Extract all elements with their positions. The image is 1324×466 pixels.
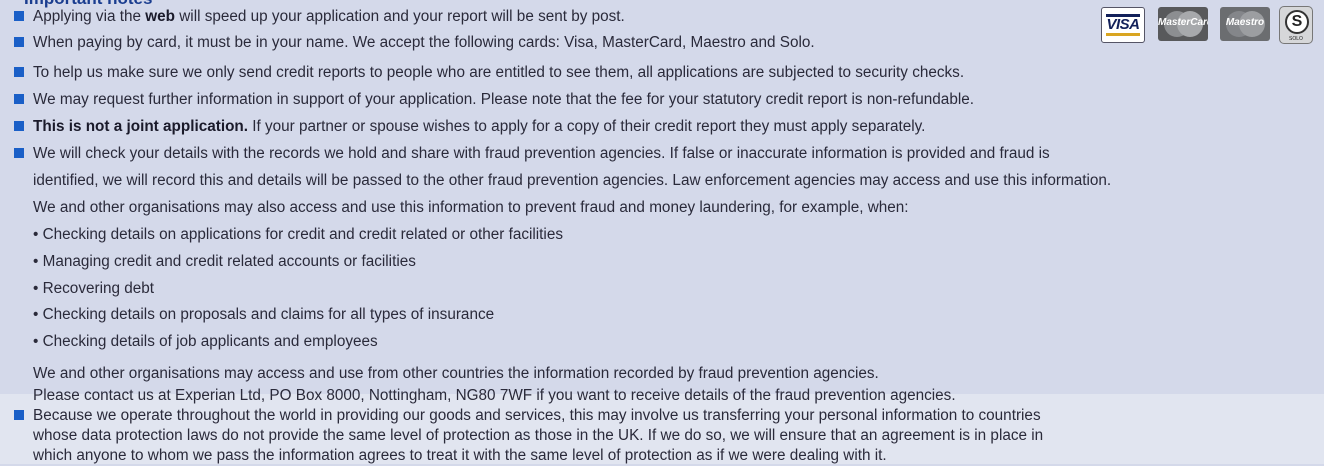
maestro-card-logo: Maestro: [1220, 7, 1270, 41]
item-text-line: Because we operate throughout the world …: [33, 407, 1041, 424]
item-text-line: which anyone to whom we pass the informa…: [33, 447, 887, 464]
item-text-line: identified, we will record this and deta…: [33, 172, 1112, 189]
bullet-square-icon: [14, 410, 24, 420]
visa-card-logo: VISA: [1101, 7, 1145, 43]
bullet-square-icon: [14, 94, 24, 104]
item-text: This is not a joint application. If your…: [33, 118, 926, 135]
sub-bullet-item: • Managing credit and credit related acc…: [33, 253, 416, 270]
item-text-line: We will check your details with the reco…: [33, 145, 1050, 162]
item-text: To help us make sure we only send credit…: [33, 64, 965, 81]
sub-bullet-item: • Checking details of job applicants and…: [33, 333, 378, 350]
item-text-line: whose data protection laws do not provid…: [33, 427, 1044, 444]
solo-card-logo: S SOLO: [1279, 6, 1313, 44]
bullet-square-icon: [14, 148, 24, 158]
mastercard-card-logo: MasterCard: [1158, 7, 1208, 41]
follow-text-line: Please contact us at Experian Ltd, PO Bo…: [33, 387, 956, 404]
item-text: When paying by card, it must be in your …: [33, 34, 815, 51]
sub-bullet-item: • Checking details on proposals and clai…: [33, 306, 495, 323]
bullet-square-icon: [14, 67, 24, 77]
item-text: We may request further information in su…: [33, 91, 974, 108]
item-text: Applying via the web will speed up your …: [33, 8, 625, 25]
bullet-square-icon: [14, 11, 24, 21]
follow-text-line: We and other organisations may access an…: [33, 365, 879, 382]
sub-bullet-item: • Recovering debt: [33, 280, 155, 297]
bullet-square-icon: [14, 37, 24, 47]
sub-bullet-item: • Checking details on applications for c…: [33, 226, 563, 243]
item-text-line: We and other organisations may also acce…: [33, 199, 909, 216]
bullet-square-icon: [14, 121, 24, 131]
